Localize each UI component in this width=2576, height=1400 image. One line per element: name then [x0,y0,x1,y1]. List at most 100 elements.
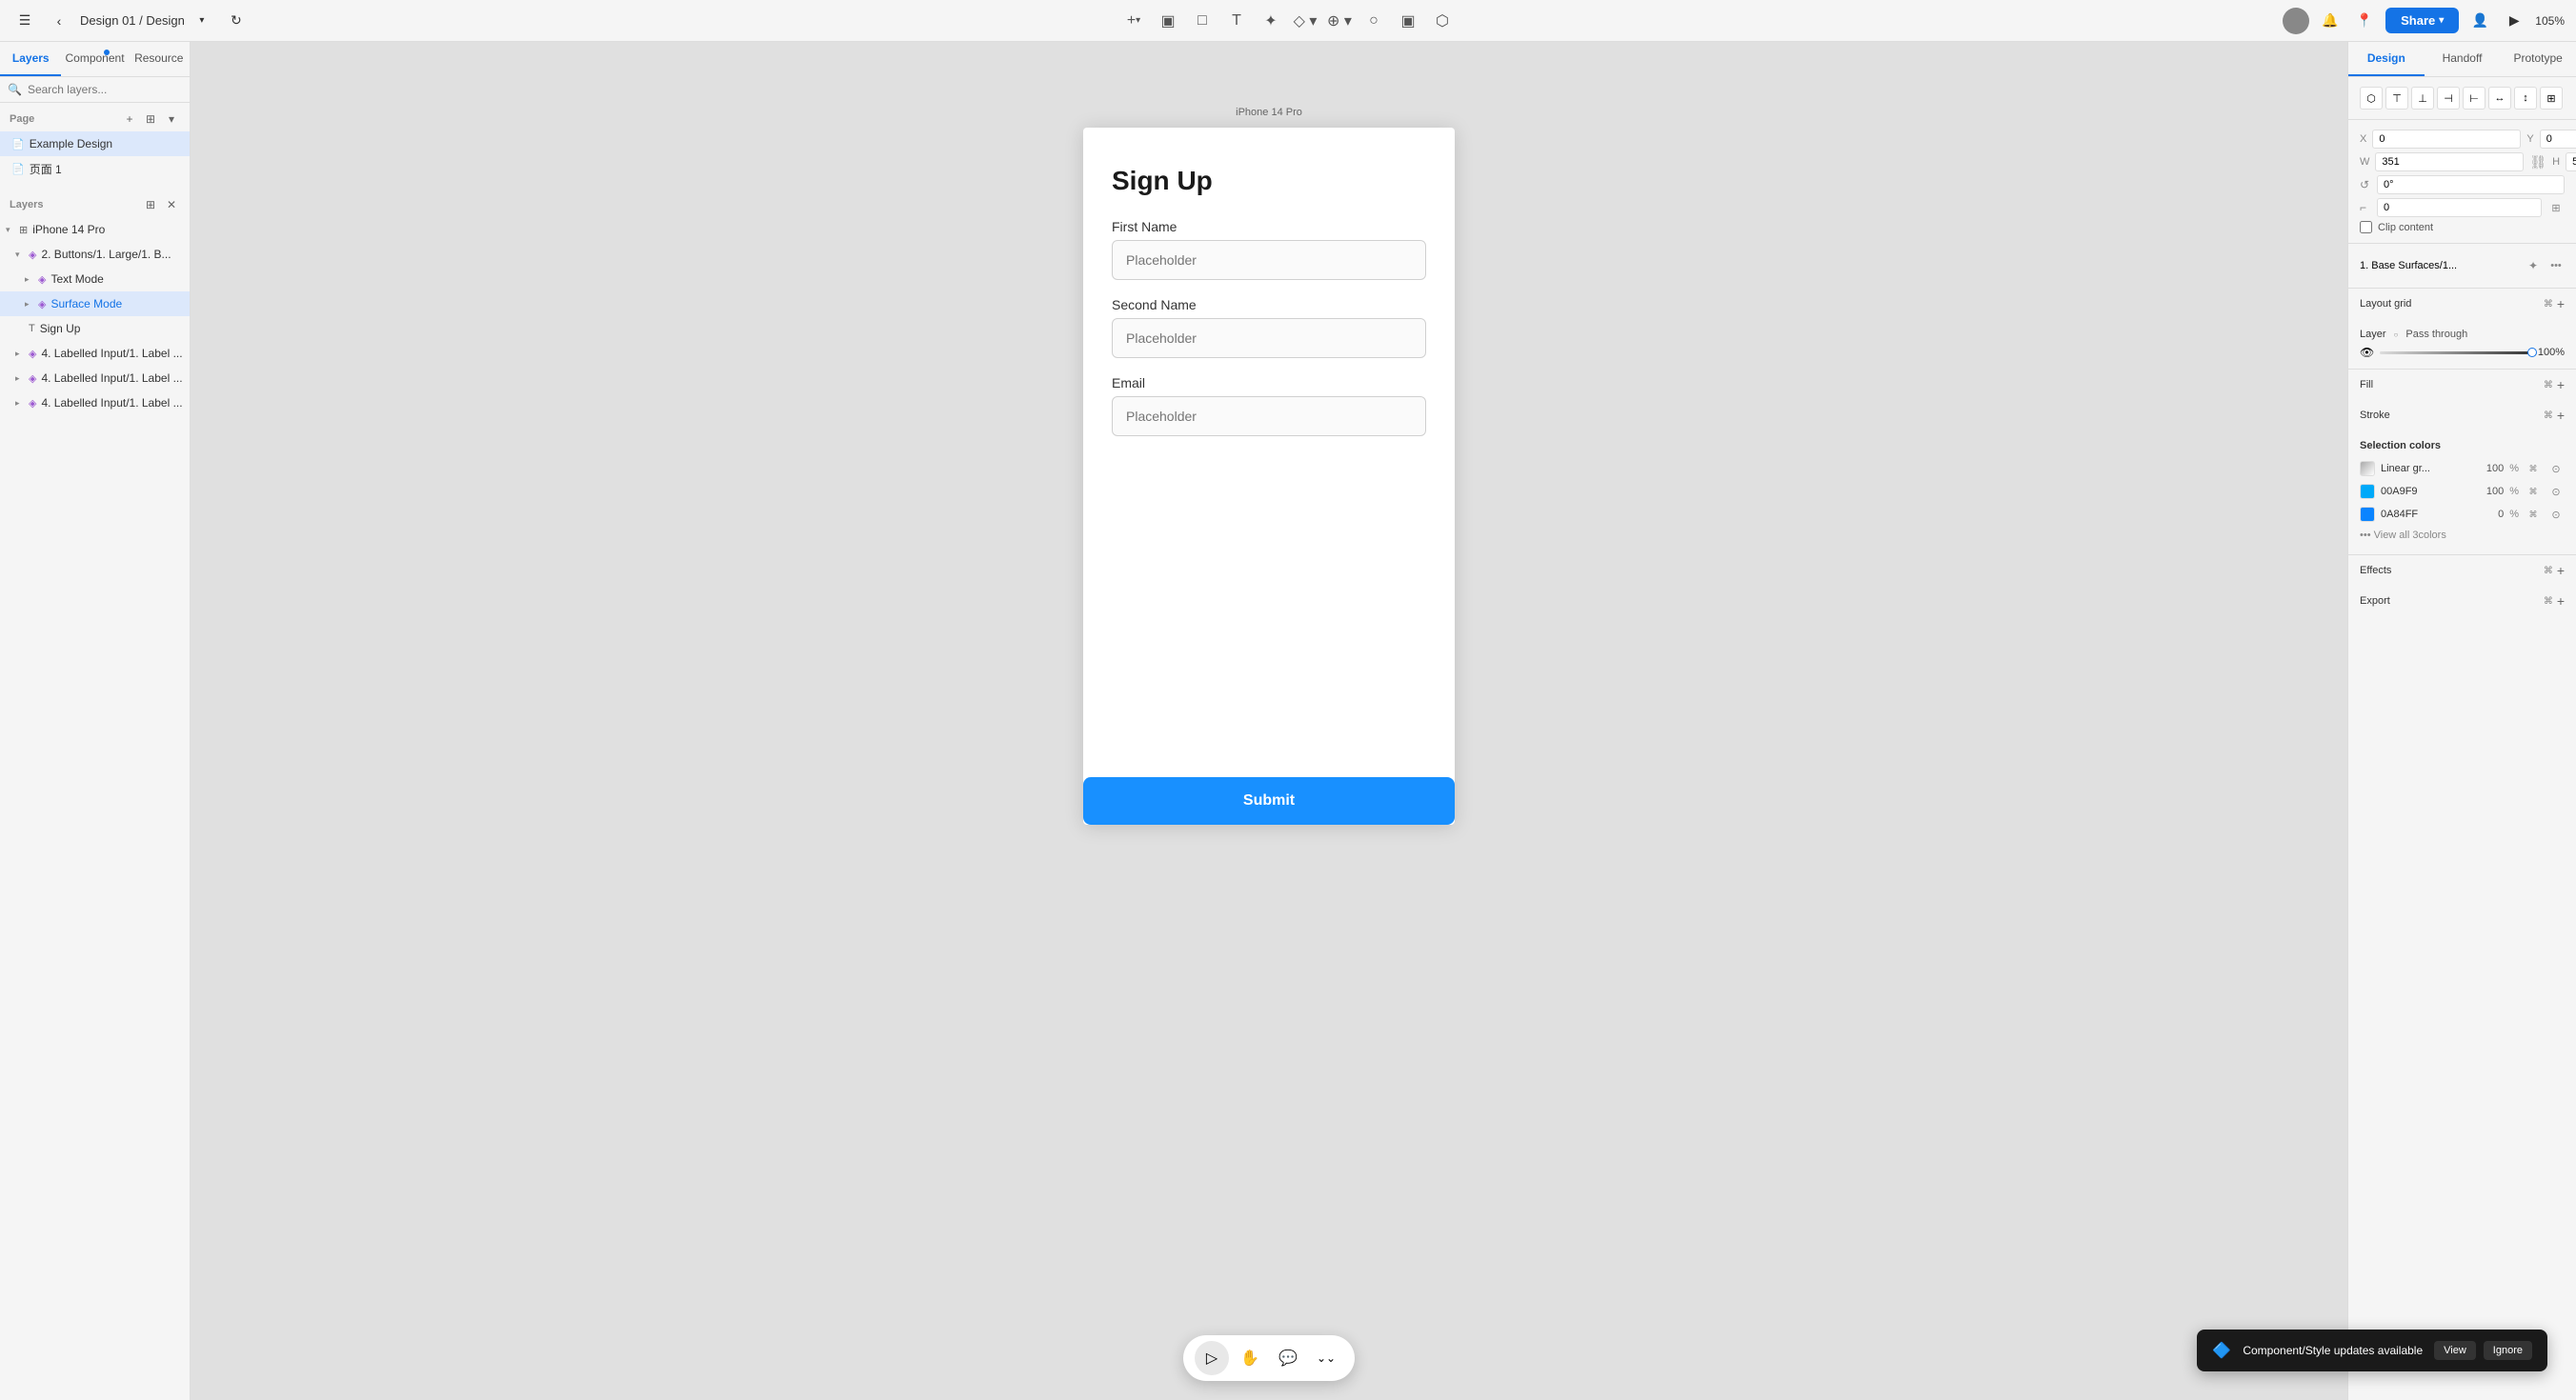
tab-resource[interactable]: Resource [129,42,190,76]
more-tools-btn[interactable]: ⌄⌄ [1309,1341,1343,1375]
color-shortcut-3[interactable]: ⌘ [2525,506,2542,523]
eye-icon[interactable]: 👁 [2360,346,2374,359]
align-top-btn[interactable]: ⊤ [2385,87,2408,110]
notification-icon[interactable]: 🔔 [2317,8,2344,34]
component-tool-btn[interactable]: ⬡ [1428,8,1457,34]
w-input[interactable] [2375,152,2524,171]
dropdown-icon[interactable]: ▾ [189,8,215,34]
location-icon[interactable]: 📍 [2351,8,2378,34]
link-dimensions-icon[interactable]: ⛓ [2529,154,2546,170]
page-item-2[interactable]: 📄 页面 1 [0,156,190,181]
tab-component[interactable]: Component [61,42,128,76]
component-icon-6: ◈ [29,397,36,410]
rotation-input[interactable] [2377,175,2565,194]
notif-text: Component/Style updates available [2243,1344,2423,1357]
share-button[interactable]: Share ▾ [2385,8,2459,33]
add-effect-btn[interactable]: + [2557,563,2565,578]
search-input[interactable] [28,83,182,96]
align-bottom-btn[interactable]: ⊢ [2463,87,2485,110]
align-left-btn[interactable]: ⬡ [2360,87,2383,110]
color-shortcut-2[interactable]: ⌘ [2525,483,2542,500]
layer-buttons[interactable]: ▾ ◈ 2. Buttons/1. Large/1. B... [0,242,190,267]
stroke-label: Stroke [2360,410,2390,421]
layer-input1[interactable]: ▸ ◈ 4. Labelled Input/1. Label ... [0,341,190,366]
color-shortcut-1[interactable]: ⌘ [2525,460,2542,477]
layer-textmode[interactable]: ▸ ◈ Text Mode [0,267,190,291]
layer-input3[interactable]: ▸ ◈ 4. Labelled Input/1. Label ... [0,390,190,415]
boolean-tool-btn[interactable]: ⊕ ▾ [1325,8,1354,34]
layer-surfacemode[interactable]: ▸ ◈ Surface Mode [0,291,190,316]
color-opacity-2: 100 [2486,486,2504,497]
h-input[interactable] [2566,152,2576,171]
distribute-h-btn[interactable]: ↔ [2488,87,2511,110]
fill-label: Fill [2360,379,2373,390]
opacity-slider[interactable] [2380,351,2532,354]
layer-input2[interactable]: ▸ ◈ 4. Labelled Input/1. Label ... [0,366,190,390]
canvas-area[interactable]: iPhone 14 Pro Sign Up First Name Second … [191,42,2347,1400]
first-name-input[interactable] [1112,240,1426,280]
add-fill-btn[interactable]: + [2557,377,2565,392]
comment-tool-btn[interactable]: 💬 [1271,1341,1305,1375]
layer-iphone-label: iPhone 14 Pro [32,223,184,236]
notif-ignore-btn[interactable]: Ignore [2484,1341,2532,1360]
form-title: Sign Up [1112,166,1426,196]
play-icon[interactable]: ▶ [2501,8,2527,34]
corner-options-icon[interactable]: ⊞ [2547,199,2565,216]
submit-button[interactable]: Submit [1083,777,1455,825]
add-stroke-btn[interactable]: + [2557,408,2565,423]
layer-blend-mode[interactable]: Pass through [2405,329,2565,340]
layer-iphone[interactable]: ▾ ⊞ iPhone 14 Pro [0,217,190,242]
add-tool-btn[interactable]: + ▾ [1119,8,1148,34]
ellipse-tool-btn[interactable]: ○ [1359,8,1388,34]
opacity-thumb [2527,348,2537,357]
pen-tool-btn[interactable]: ✦ [1257,8,1285,34]
layer-signup-text[interactable]: ▸ T Sign Up [0,316,190,341]
distribute-v-btn[interactable]: ↕ [2514,87,2537,110]
second-name-input[interactable] [1112,318,1426,358]
edit-component-btn[interactable]: ✦ [2525,257,2542,274]
tab-prototype[interactable]: Prototype [2500,42,2576,76]
notif-view-btn[interactable]: View [2434,1341,2476,1360]
email-input[interactable] [1112,396,1426,436]
tab-layers[interactable]: Layers [0,42,61,76]
layers-expand-btn[interactable]: ⊞ [142,196,159,213]
user-icon[interactable]: 👤 [2466,8,2493,34]
menu-icon[interactable]: ☰ [11,8,38,34]
tab-handoff[interactable]: Handoff [2425,42,2501,76]
color-swatch-3[interactable] [2360,507,2375,522]
color-more-3[interactable]: ⊙ [2547,506,2565,523]
corner-input[interactable] [2377,198,2542,217]
rect-tool-btn[interactable]: □ [1188,8,1217,34]
add-export-btn[interactable]: + [2557,593,2565,609]
view-all-colors[interactable]: ••• View all 3colors [2360,526,2565,545]
color-more-2[interactable]: ⊙ [2547,483,2565,500]
tab-design[interactable]: Design [2348,42,2425,76]
add-layout-grid-btn[interactable]: + [2557,296,2565,311]
add-page-btn[interactable]: + [121,110,138,128]
clip-content-checkbox[interactable] [2360,221,2372,233]
page-chevron-btn[interactable]: ▾ [163,110,180,128]
form-group-email: Email [1112,375,1426,436]
layers-close-btn[interactable]: ✕ [163,196,180,213]
y-input[interactable] [2540,130,2576,149]
tidy-btn[interactable]: ⊞ [2540,87,2563,110]
align-right-btn[interactable]: ⊣ [2437,87,2460,110]
x-input[interactable] [2372,130,2521,149]
layout-grid-shortcut: ⌘ [2544,299,2553,310]
page-grid-btn[interactable]: ⊞ [142,110,159,128]
refresh-icon[interactable]: ↻ [223,8,250,34]
page-item-example[interactable]: 📄 Example Design [0,131,190,156]
component-more-btn[interactable]: ••• [2547,257,2565,274]
color-swatch-1[interactable] [2360,461,2375,476]
back-icon[interactable]: ‹ [46,8,72,34]
shape-tool-btn[interactable]: ◇ ▾ [1291,8,1319,34]
color-swatch-2[interactable] [2360,484,2375,499]
hand-tool-btn[interactable]: ✋ [1233,1341,1267,1375]
mask-tool-btn[interactable]: ▣ [1394,8,1422,34]
align-center-h-btn[interactable]: ⊥ [2411,87,2434,110]
cursor-tool-btn[interactable]: ▷ [1195,1341,1229,1375]
color-more-1[interactable]: ⊙ [2547,460,2565,477]
zoom-level[interactable]: 105% [2535,14,2565,28]
text-tool-btn[interactable]: T [1222,8,1251,34]
frame-tool-btn[interactable]: ▣ [1154,8,1182,34]
